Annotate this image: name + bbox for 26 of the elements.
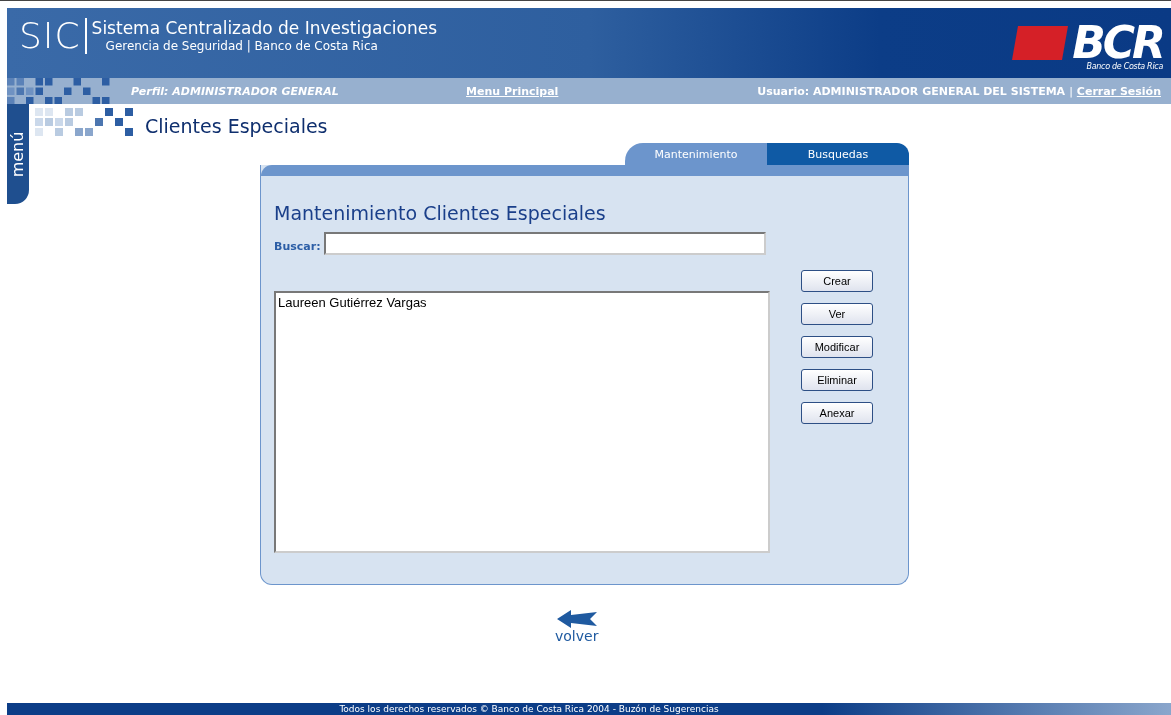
action-button[interactable]: Modificar [801, 336, 873, 358]
squares-icon [7, 78, 111, 104]
action-button[interactable]: Ver [801, 303, 873, 325]
app-logo: SIC [19, 18, 87, 54]
menu-tab[interactable]: menú [7, 104, 29, 204]
action-button[interactable]: Anexar [801, 402, 873, 424]
back-link[interactable]: volver [555, 609, 599, 643]
profile-label: Perfil: ADMINISTRADOR GENERAL [131, 84, 340, 98]
page-title: Clientes Especiales [145, 115, 328, 137]
footer-text: Todos los derechos reservados © Banco de Costa Rica 2004 - Buzón de Sugerencias [339, 703, 719, 715]
logo-mark-icon [1012, 26, 1069, 60]
arrow-icon [556, 609, 597, 629]
search-label: Buscar: [274, 239, 321, 253]
list-item[interactable]: Laureen Gutiérrez Vargas [278, 295, 766, 310]
separator: | [1069, 84, 1073, 98]
app-title: Sistema Centralizado de Investigaciones [91, 18, 438, 38]
list-box[interactable]: Laureen Gutiérrez Vargas [274, 291, 770, 553]
tab[interactable]: Busquedas [767, 143, 909, 165]
user-label: Usuario: ADMINISTRADOR GENERAL DEL SISTEMA [757, 84, 1066, 98]
search-field[interactable] [323, 232, 766, 255]
section-title: Mantenimiento Clientes Especiales [274, 202, 607, 224]
action-button[interactable]: Eliminar [801, 369, 873, 391]
action-button[interactable]: Crear [801, 270, 873, 292]
bank-name: Banco de Costa Rica [1086, 62, 1163, 71]
app-subtitle: Gerencia de Seguridad | Banco de Costa Rica [105, 38, 379, 54]
bank-logo: BCR [1072, 24, 1163, 62]
